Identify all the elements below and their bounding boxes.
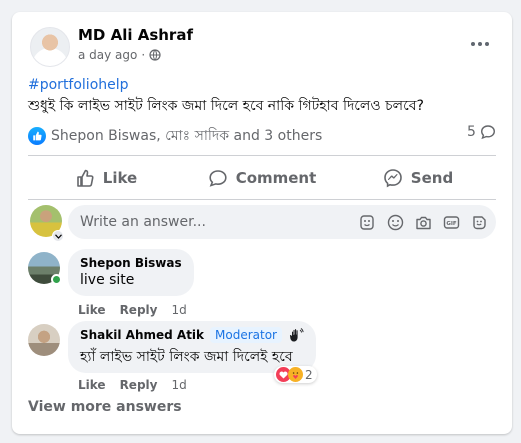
author-avatar[interactable]	[30, 27, 70, 67]
comment-bubble-icon	[480, 125, 495, 140]
post-meta: a day ago ·	[78, 48, 161, 62]
avatar-sticker-icon[interactable]	[358, 213, 376, 231]
answer-input[interactable]	[80, 214, 350, 230]
like-label: Like	[102, 169, 138, 187]
more-dot-icon	[478, 42, 482, 46]
more-dot-icon	[485, 42, 489, 46]
gif-icon[interactable]: GIF	[442, 213, 460, 231]
comment-author[interactable]: Shakil Ahmed Atik	[80, 328, 204, 342]
post-author-name[interactable]: MD Ali Ashraf	[78, 26, 193, 44]
like-button[interactable]: Like	[28, 162, 184, 194]
comment-time[interactable]: 1d	[171, 378, 186, 392]
comment-count-value: 5	[467, 124, 476, 140]
care-reaction-icon	[288, 367, 303, 382]
comment-actions: Like Reply 1d	[78, 378, 187, 392]
emoji-icon[interactable]	[386, 213, 404, 231]
comment-icon	[209, 170, 227, 187]
svg-text:GIF: GIF	[446, 221, 457, 227]
sticker-icon[interactable]	[470, 213, 488, 231]
comment-actions: Like Reply 1d	[78, 303, 187, 317]
send-button[interactable]: Send	[340, 162, 496, 194]
comment-text: হ্যাঁ লাইভ সাইট লিংক জমা দিলেই হবে	[80, 349, 293, 365]
comment-button[interactable]: Comment	[184, 162, 340, 194]
divider	[28, 199, 496, 200]
comment-label: Comment	[235, 169, 317, 187]
post-time[interactable]: a day ago	[78, 48, 137, 62]
reactions-text: Shepon Biswas, মোঃ সাদিক and 3 others	[51, 128, 323, 144]
post-text: শুধুই কি লাইভ সাইট লিংক জমা দিলে হবে নাক…	[28, 98, 424, 114]
comment-reply-button[interactable]: Reply	[120, 378, 158, 392]
comment-text: live site	[80, 272, 135, 288]
comment-bubble: Shakil Ahmed Atik Moderator হ্যাঁ লাইভ স…	[68, 321, 316, 373]
comment-time[interactable]: 1d	[171, 303, 186, 317]
view-more-answers-link[interactable]: View more answers	[28, 399, 182, 415]
reactions-summary[interactable]: Shepon Biswas, মোঃ সাদিক and 3 others	[28, 124, 322, 148]
comment-count[interactable]: 5	[467, 124, 496, 140]
online-status-dot	[51, 274, 62, 285]
comment-like-button[interactable]: Like	[78, 303, 106, 317]
divider	[28, 155, 496, 156]
thumbs-up-icon	[76, 169, 94, 187]
commenter-avatar[interactable]	[28, 324, 60, 356]
chevron-down-icon[interactable]	[52, 230, 64, 242]
hashtag-link[interactable]: #portfoliohelp	[28, 77, 129, 93]
messenger-icon	[383, 169, 402, 188]
globe-icon	[149, 49, 161, 61]
reaction-count: 2	[305, 367, 313, 382]
send-label: Send	[410, 169, 454, 187]
more-dot-icon	[471, 42, 475, 46]
comment-reply-button[interactable]: Reply	[120, 303, 158, 317]
camera-icon[interactable]	[414, 213, 432, 231]
comment-reactions[interactable]: 2	[274, 366, 317, 383]
moderator-badge: Moderator	[210, 327, 282, 343]
post-card: MD Ali Ashraf a day ago · #portfoliohelp…	[12, 12, 512, 434]
comment-like-button[interactable]: Like	[78, 378, 106, 392]
answer-composer: GIF	[68, 205, 496, 239]
comment-bubble: Shepon Biswas live site	[68, 249, 194, 296]
waving-hand-icon	[289, 328, 304, 342]
like-reaction-icon	[28, 127, 46, 145]
more-options-button[interactable]	[464, 32, 496, 56]
comment-author[interactable]: Shepon Biswas	[80, 256, 182, 270]
